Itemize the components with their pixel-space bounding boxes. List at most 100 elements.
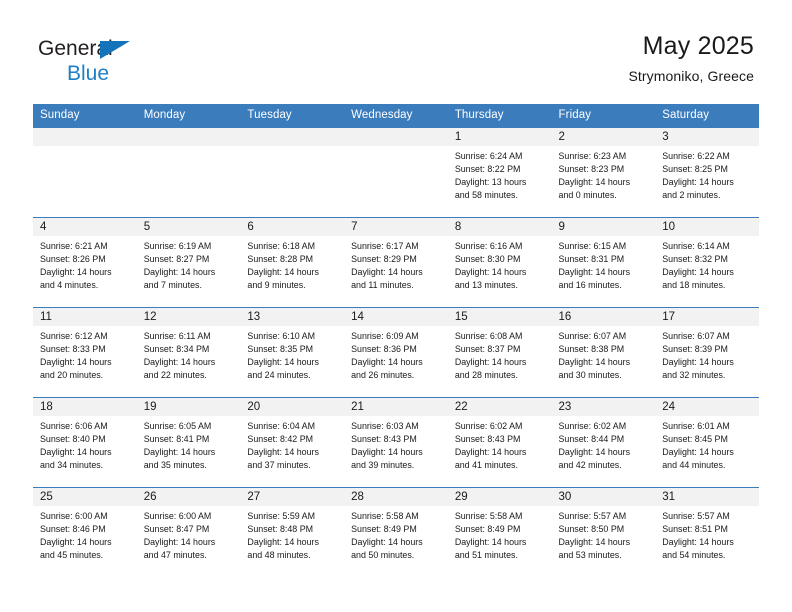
day-number: 30 bbox=[551, 488, 656, 506]
calendar-cell-inner: 23 Sunrise: 6:02 AM Sunset: 8:44 PM Dayligh… bbox=[551, 398, 656, 487]
day-detail-line: Daylight: 14 hours bbox=[40, 266, 112, 277]
day-detail-line: Sunset: 8:30 PM bbox=[454, 253, 521, 264]
day-detail-line: Sunset: 8:49 PM bbox=[351, 523, 417, 534]
day-detail-line: Sunset: 8:32 PM bbox=[662, 253, 728, 264]
calendar-day-cell[interactable]: 10 Sunrise: 6:14 AM Sunset: 8:32 PM Dayligh… bbox=[655, 217, 759, 308]
calendar-cell-inner: 15 Sunrise: 6:08 AM Sunset: 8:37 PM Dayligh… bbox=[447, 308, 552, 397]
calendar-day-cell[interactable]: 19 Sunrise: 6:05 AM Sunset: 8:41 PM Dayligh… bbox=[136, 397, 241, 488]
calendar-day-cell[interactable]: 15 Sunrise: 6:08 AM Sunset: 8:37 PM Dayligh… bbox=[447, 307, 552, 398]
calendar-day-cell[interactable]: 28 Sunrise: 5:58 AM Sunset: 8:49 PM Dayligh… bbox=[344, 487, 448, 578]
day-details: Sunrise: 6:06 AM Sunset: 8:40 PM Daylight:… bbox=[33, 416, 137, 472]
calendar-day-cell[interactable]: 7 Sunrise: 6:17 AM Sunset: 8:29 PM Daylight… bbox=[344, 217, 448, 308]
calendar-cell-inner: 22 Sunrise: 6:02 AM Sunset: 8:43 PM Dayligh… bbox=[447, 398, 552, 487]
calendar-table: Sunday Monday Tuesday Wednesday Thursday Frid… bbox=[33, 104, 759, 578]
day-detail-line: and 30 minutes. bbox=[558, 369, 622, 380]
calendar-cell-inner: 26 Sunrise: 6:00 AM Sunset: 8:47 PM Dayligh… bbox=[136, 488, 241, 578]
calendar-day-cell[interactable]: 31 Sunrise: 5:57 AM Sunset: 8:51 PM Dayligh… bbox=[655, 487, 759, 578]
day-details bbox=[33, 146, 137, 150]
calendar-day-cell[interactable]: 24 Sunrise: 6:01 AM Sunset: 8:45 PM Dayligh… bbox=[655, 397, 759, 488]
calendar-cell-inner: 25 Sunrise: 6:00 AM Sunset: 8:46 PM Dayligh… bbox=[33, 488, 137, 578]
day-detail-line: Daylight: 14 hours bbox=[351, 356, 423, 367]
day-detail-line: Daylight: 14 hours bbox=[558, 356, 631, 367]
calendar-week-row: 18 Sunrise: 6:06 AM Sunset: 8:40 PM Dayligh… bbox=[33, 397, 759, 488]
day-details: Sunrise: 6:07 AM Sunset: 8:38 PM Daylight:… bbox=[552, 326, 656, 382]
calendar-cell-inner bbox=[240, 128, 345, 217]
day-number: 12 bbox=[136, 308, 241, 326]
weekday-header-wednesday: Wednesday bbox=[344, 104, 448, 128]
page-header: General Blue May 2025 Strymoniko, Greece bbox=[0, 0, 792, 84]
calendar-cell-inner: 3 Sunrise: 6:22 AM Sunset: 8:25 PM Daylight… bbox=[655, 128, 759, 217]
calendar-cell-inner: 5 Sunrise: 6:19 AM Sunset: 8:27 PM Daylight… bbox=[136, 218, 241, 307]
day-number: 22 bbox=[447, 398, 552, 416]
day-number: 19 bbox=[136, 398, 241, 416]
calendar-day-cell[interactable]: 29 Sunrise: 5:58 AM Sunset: 8:49 PM Dayligh… bbox=[447, 487, 552, 578]
calendar-day-cell[interactable]: 18 Sunrise: 6:06 AM Sunset: 8:40 PM Dayligh… bbox=[33, 397, 137, 488]
calendar-day-cell[interactable]: 17 Sunrise: 6:07 AM Sunset: 8:39 PM Dayligh… bbox=[655, 307, 759, 398]
day-number: 10 bbox=[655, 218, 759, 236]
calendar-day-cell[interactable]: 27 Sunrise: 5:59 AM Sunset: 8:48 PM Dayligh… bbox=[240, 487, 345, 578]
calendar-day-cell[interactable]: 11 Sunrise: 6:12 AM Sunset: 8:33 PM Dayligh… bbox=[33, 307, 137, 398]
day-number: 1 bbox=[447, 128, 552, 146]
day-detail-line: Sunrise: 6:18 AM bbox=[247, 241, 315, 251]
calendar-cell-inner: 6 Sunrise: 6:18 AM Sunset: 8:28 PM Daylight… bbox=[240, 218, 345, 307]
calendar-day-cell[interactable]: 30 Sunrise: 5:57 AM Sunset: 8:50 PM Dayligh… bbox=[551, 487, 656, 578]
calendar-day-cell[interactable]: 1 Sunrise: 6:24 AM Sunset: 8:22 PM Daylight… bbox=[447, 127, 552, 218]
calendar-day-cell[interactable]: 4 Sunrise: 6:21 AM Sunset: 8:26 PM Daylight… bbox=[33, 217, 137, 308]
day-details bbox=[344, 146, 448, 150]
calendar-day-cell[interactable]: 6 Sunrise: 6:18 AM Sunset: 8:28 PM Daylight… bbox=[240, 217, 345, 308]
calendar-day-cell[interactable]: 2 Sunrise: 6:23 AM Sunset: 8:23 PM Daylight… bbox=[551, 127, 656, 218]
day-detail-line: Daylight: 14 hours bbox=[558, 446, 631, 457]
calendar-day-cell[interactable]: 13 Sunrise: 6:10 AM Sunset: 8:35 PM Dayligh… bbox=[240, 307, 345, 398]
calendar-body: 1 Sunrise: 6:24 AM Sunset: 8:22 PM Daylight… bbox=[33, 127, 759, 578]
day-number bbox=[136, 128, 241, 146]
day-detail-line: and 37 minutes. bbox=[247, 459, 311, 470]
day-detail-line: Sunset: 8:26 PM bbox=[40, 253, 106, 264]
day-detail-line: Sunset: 8:22 PM bbox=[454, 163, 521, 174]
day-detail-line: Sunset: 8:31 PM bbox=[558, 253, 625, 264]
day-number: 7 bbox=[344, 218, 448, 236]
calendar-day-cell[interactable]: 8 Sunrise: 6:16 AM Sunset: 8:30 PM Daylight… bbox=[447, 217, 552, 308]
weekday-header-tuesday: Tuesday bbox=[240, 104, 345, 128]
day-detail-line: Sunrise: 6:09 AM bbox=[351, 331, 419, 341]
general-blue-logo[interactable]: General Blue bbox=[38, 38, 168, 84]
day-detail-line: Sunrise: 6:14 AM bbox=[662, 241, 730, 251]
day-detail-line: and 41 minutes. bbox=[454, 459, 518, 470]
day-detail-line: Sunset: 8:49 PM bbox=[454, 523, 521, 534]
calendar-day-cell[interactable]: 3 Sunrise: 6:22 AM Sunset: 8:25 PM Daylight… bbox=[655, 127, 759, 218]
day-detail-line: Daylight: 14 hours bbox=[454, 266, 527, 277]
day-detail-line: and 50 minutes. bbox=[351, 549, 415, 560]
day-details: Sunrise: 6:01 AM Sunset: 8:45 PM Daylight:… bbox=[655, 416, 759, 472]
day-detail-line: Sunrise: 6:23 AM bbox=[558, 151, 627, 161]
calendar-day-cell[interactable]: 9 Sunrise: 6:15 AM Sunset: 8:31 PM Daylight… bbox=[551, 217, 656, 308]
calendar-day-cell[interactable]: 20 Sunrise: 6:04 AM Sunset: 8:42 PM Dayligh… bbox=[240, 397, 345, 488]
calendar-day-cell[interactable]: 26 Sunrise: 6:00 AM Sunset: 8:47 PM Dayligh… bbox=[136, 487, 241, 578]
day-detail-line: and 28 minutes. bbox=[454, 369, 518, 380]
day-details: Sunrise: 6:00 AM Sunset: 8:47 PM Daylight:… bbox=[137, 506, 241, 562]
calendar-day-cell[interactable]: 5 Sunrise: 6:19 AM Sunset: 8:27 PM Daylight… bbox=[136, 217, 241, 308]
weekday-header-sunday: Sunday bbox=[33, 104, 137, 128]
calendar-day-cell[interactable]: 21 Sunrise: 6:03 AM Sunset: 8:43 PM Dayligh… bbox=[344, 397, 448, 488]
calendar-day-cell[interactable]: 16 Sunrise: 6:07 AM Sunset: 8:38 PM Dayligh… bbox=[551, 307, 656, 398]
day-details: Sunrise: 6:00 AM Sunset: 8:46 PM Daylight:… bbox=[33, 506, 137, 562]
calendar-day-cell[interactable]: 25 Sunrise: 6:00 AM Sunset: 8:46 PM Dayligh… bbox=[33, 487, 137, 578]
day-number: 31 bbox=[655, 488, 759, 506]
calendar-week-row: 25 Sunrise: 6:00 AM Sunset: 8:46 PM Dayligh… bbox=[33, 487, 759, 578]
day-details: Sunrise: 6:16 AM Sunset: 8:30 PM Daylight:… bbox=[448, 236, 552, 292]
day-detail-line: Sunrise: 5:58 AM bbox=[454, 511, 523, 521]
day-details: Sunrise: 6:21 AM Sunset: 8:26 PM Daylight:… bbox=[33, 236, 137, 292]
calendar-day-cell[interactable]: 22 Sunrise: 6:02 AM Sunset: 8:43 PM Dayligh… bbox=[447, 397, 552, 488]
day-detail-line: Sunrise: 6:24 AM bbox=[454, 151, 523, 161]
day-detail-line: Daylight: 14 hours bbox=[662, 536, 734, 547]
day-detail-line: Daylight: 14 hours bbox=[247, 356, 319, 367]
day-detail-line: and 42 minutes. bbox=[558, 459, 622, 470]
day-detail-line: Daylight: 14 hours bbox=[143, 356, 216, 367]
calendar-day-cell[interactable]: 23 Sunrise: 6:02 AM Sunset: 8:44 PM Dayligh… bbox=[551, 397, 656, 488]
calendar-cell-inner: 30 Sunrise: 5:57 AM Sunset: 8:50 PM Dayligh… bbox=[551, 488, 656, 578]
day-detail-line: and 9 minutes. bbox=[247, 279, 306, 290]
day-number: 2 bbox=[551, 128, 656, 146]
calendar-day-cell[interactable]: 14 Sunrise: 6:09 AM Sunset: 8:36 PM Dayligh… bbox=[344, 307, 448, 398]
day-detail-line: Sunrise: 6:11 AM bbox=[143, 331, 211, 341]
day-details: Sunrise: 5:57 AM Sunset: 8:51 PM Daylight:… bbox=[655, 506, 759, 562]
calendar-day-cell[interactable]: 12 Sunrise: 6:11 AM Sunset: 8:34 PM Dayligh… bbox=[136, 307, 241, 398]
day-details: Sunrise: 5:59 AM Sunset: 8:48 PM Daylight:… bbox=[240, 506, 344, 562]
